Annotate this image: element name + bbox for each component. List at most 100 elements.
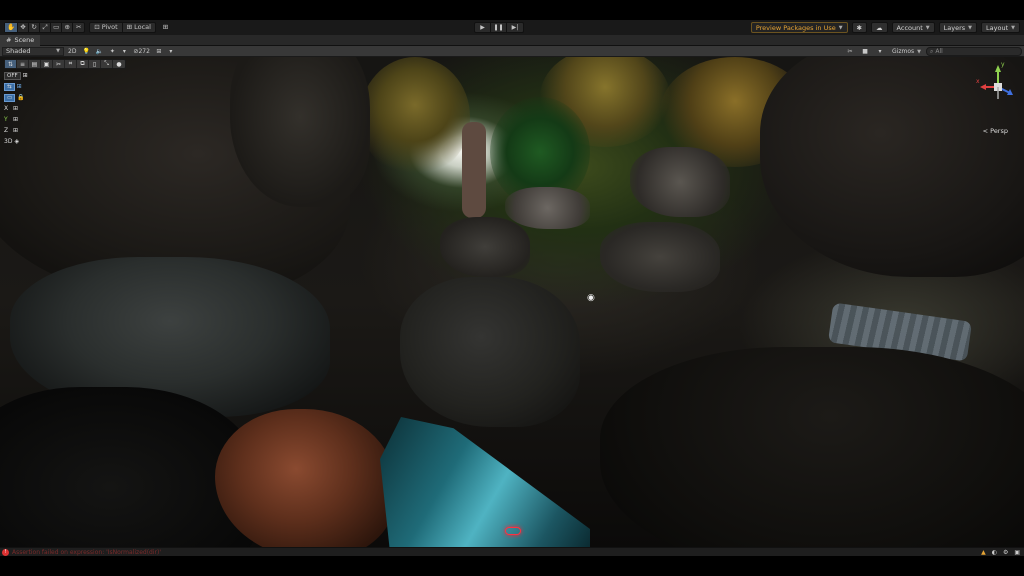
rotate-icon[interactable]: ↻ [29,23,41,32]
warning-icon[interactable]: ▲ [981,549,986,556]
account-label: Account [896,23,923,32]
play-controls: ▶ ❚❚ ▶| [474,22,524,33]
camera-dropdown[interactable]: ▾ [875,47,885,56]
chevron-down-icon: ▼ [968,24,973,31]
tools-icon[interactable]: ✂ [845,47,855,56]
draw-mode-dropdown[interactable]: Shaded ▼ [2,46,64,56]
expand-icon[interactable]: ⤡ [101,60,113,68]
mode-3d-row[interactable]: 3D ◈ [4,137,28,146]
snap-active-row[interactable]: ⇆ ⊞ [4,82,28,91]
gizmo-graphic [980,65,1013,99]
move-icon[interactable]: ✥ [18,23,30,32]
grid-icon[interactable]: ⊞ [154,47,164,56]
scale-icon[interactable]: ⤢ [40,23,52,32]
axis-x-row[interactable]: X ⊞ [4,104,28,113]
snap-toggle-on[interactable]: ⇆ [4,82,15,91]
snap-lock-row[interactable]: ▭ 🔒 [4,93,28,102]
transform-icon[interactable]: ⊕ [62,23,74,32]
local-icon: ⊞ [126,23,133,31]
rect-icon[interactable]: ▭ [51,23,63,32]
overlay-tools-panel: ⇅ ≡ ▤ ▣ ✂ ⌗ ⧉ ▯ ⤡ ● OFF ⊞ ⇆ ⊞ ▭ 🔒 X ⊞ Y ⊞ Z ⊞ … [4,59,126,145]
collab-icon: ✱ [856,23,863,32]
hand-icon[interactable]: ✋ [5,23,19,32]
camera-icon[interactable]: ■ [860,47,870,56]
axis-y-label: Y [4,116,8,123]
search-icon: ⌕ [930,47,934,55]
layout-icon[interactable]: ▤ [29,60,41,68]
copy-icon[interactable]: ⧉ [77,60,89,68]
gizmo-x-label: x [976,78,980,85]
grid-snap-icon[interactable]: ⊞ [160,23,171,32]
cut-icon[interactable]: ✂ [53,60,65,68]
step-button[interactable]: ▶| [507,23,523,32]
debug-icon[interactable]: ▣ [1014,549,1020,556]
tree-trunk [462,122,486,218]
mode-3d-label: 3D [4,138,13,145]
axis-y-row[interactable]: Y ⊞ [4,115,28,124]
persp-toggle[interactable]: < Persp [983,127,1008,135]
scene-viewport[interactable]: ⇅ ≡ ▤ ▣ ✂ ⌗ ⧉ ▯ ⤡ ● OFF ⊞ ⇆ ⊞ ▭ 🔒 X ⊞ Y ⊞ Z ⊞ … [0,57,1024,547]
save-icon[interactable]: ▣ [41,60,53,68]
pivot-label: Pivot [101,23,118,31]
cloud-button[interactable]: ☁ [871,22,888,33]
cloud-icon: ☁ [876,23,883,32]
preview-packages-button[interactable]: Preview Packages in Use ▼ [750,22,848,33]
list-icon[interactable]: ≡ [17,60,29,68]
effects-icon[interactable]: ✦ [107,47,117,56]
gizmos-dropdown[interactable]: Gizmos ▼ [890,47,923,56]
pivot-icon: ⊡ [94,23,100,31]
error-message: Assertion failed on expression: 'IsNorma… [12,548,161,556]
local-button[interactable]: ⊞ Local [123,23,155,32]
effects-dropdown[interactable]: ▾ [119,47,129,56]
hidden-count: 272 [138,47,150,55]
lighting-icon[interactable]: 💡 [80,47,91,56]
overlay-snap-column: OFF ⊞ ⇆ ⊞ ▭ 🔒 X ⊞ Y ⊞ Z ⊞ 3D ◈ [4,71,28,148]
draw-mode-label: Shaded [6,47,31,55]
scene-toolbar: Shaded ▼ 2D 💡 🔈 ✦ ▾ ⊘ 272 ⊞ ▾ ✂ ■ ▾ Gizm… [0,46,1024,57]
settings-icon[interactable]: ⚙ [1003,549,1008,556]
axis-z-icon: ⊞ [13,127,19,134]
bulb-icon[interactable]: ● [113,60,125,68]
view-eye-icon: ◉ [587,293,595,303]
error-icon: ! [2,548,9,556]
mode-2d-button[interactable]: 2D [66,47,78,56]
layers-dropdown[interactable]: Layers ▼ [938,22,978,33]
snap-off-row[interactable]: OFF ⊞ [4,71,28,80]
overlay-tool-strip: ⇅ ≡ ▤ ▣ ✂ ⌗ ⧉ ▯ ⤡ ● [4,59,126,69]
chevron-down-icon: ▼ [925,24,930,31]
console-error[interactable]: ! Assertion failed on expression: 'IsNor… [0,548,161,556]
chevron-down-icon: ▼ [838,24,843,31]
custom-tool-icon[interactable]: ✂ [73,23,84,32]
play-button[interactable]: ▶ [475,23,491,32]
crop-icon[interactable]: ⌗ [65,60,77,68]
hierarchy-search[interactable]: ⌕ All [926,47,1022,56]
local-label: Local [134,23,151,31]
grid-dropdown[interactable]: ▾ [166,47,176,56]
rock-right-mid [600,222,720,292]
axis-z-row[interactable]: Z ⊞ [4,126,28,135]
unity-editor-window: ✋ ✥ ↻ ⤢ ▭ ⊕ ✂ ⊡ Pivot ⊞ Local ⊞ ▶ ❚❚ ▶| Pr… [0,20,1024,556]
audio-icon[interactable]: 🔈 [94,47,105,56]
layout-dropdown[interactable]: Layout ▼ [981,22,1020,33]
gizmos-label: Gizmos [892,48,915,55]
pivot-group: ⊡ Pivot ⊞ Local [89,22,156,33]
status-icons: ▲ ◐ ⚙ ▣ [981,548,1020,557]
hidden-objects-button[interactable]: ⊘ 272 [131,47,151,56]
pivot-button[interactable]: ⊡ Pivot [90,23,123,32]
snap-off-toggle[interactable]: OFF [4,71,21,80]
snap-lock-toggle[interactable]: ▭ [4,93,16,102]
right-boulder [630,147,730,217]
move-icon[interactable]: ⇅ [5,60,17,68]
collab-button[interactable]: ✱ [851,22,868,33]
transform-tools: ✋ ✥ ↻ ⤢ ▭ ⊕ ✂ [4,22,86,33]
held-rock [215,409,395,547]
distant-rocks [505,187,590,229]
letterbox-top [0,0,1024,20]
page-icon[interactable]: ▯ [89,60,101,68]
progress-icon[interactable]: ◐ [992,549,997,556]
account-dropdown[interactable]: Account ▼ [891,22,935,33]
pause-button[interactable]: ❚❚ [491,23,507,32]
orientation-gizmo[interactable]: y x [976,61,1020,111]
layers-label: Layers [943,23,966,32]
tab-scene[interactable]: # Scene [0,34,41,46]
